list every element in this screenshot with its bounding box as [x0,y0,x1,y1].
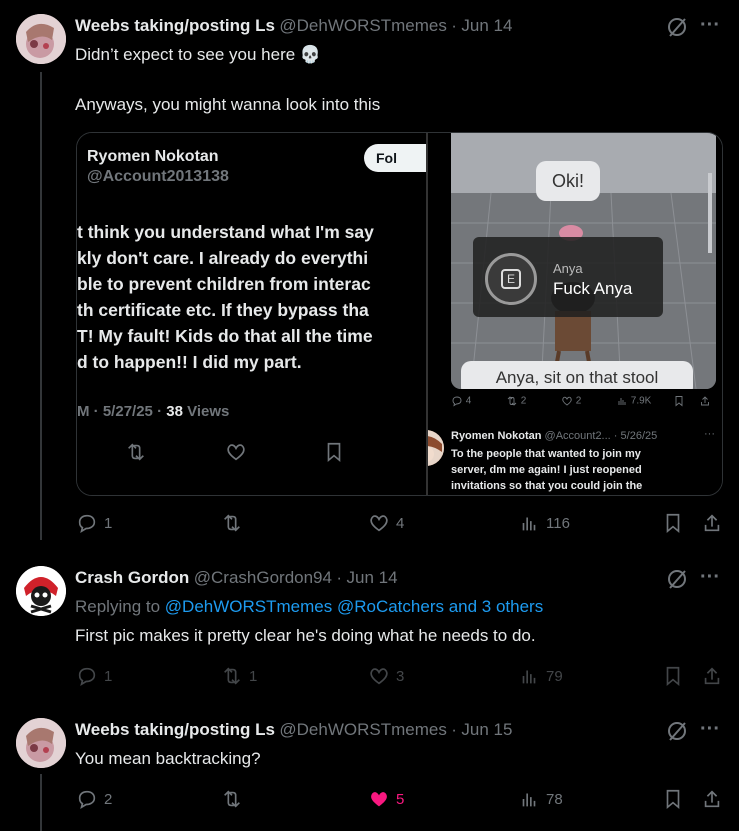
repost-button[interactable] [221,512,249,534]
views-icon [522,670,536,684]
author-name[interactable]: Weebs taking/posting Ls [75,720,275,739]
share-button[interactable] [701,788,723,810]
embedded-screenshot-left[interactable]: Ryomen Nokotan @Account2013138 Fol t thi… [77,133,426,495]
repost-icon [224,667,240,685]
views-button[interactable]: 116 [518,512,570,534]
embedded-tweet-text: To the people that wanted to join my ser… [451,448,643,492]
embedded-tweet-header: Ryomen Nokotan @Account2... · 5/26/25 [451,430,658,442]
share-icon [704,667,720,685]
embedded-author-name: Ryomen Nokotan [87,148,219,165]
replying-to-link[interactable]: @DehWORSTmemes @RoCatchers and 3 others [165,597,543,616]
more-icon[interactable]: ··· [700,566,720,589]
separator: · [336,568,343,587]
author-handle[interactable]: @DehWORSTmemes [279,16,446,35]
more-icon[interactable]: ··· [700,718,720,741]
repost-button[interactable] [221,788,249,810]
thread-line [40,72,42,540]
chat-bubble-bottom: Anya, sit on that stool [461,361,693,389]
post-text: First pic makes it pretty clear he's doi… [75,626,536,645]
share-icon [704,790,720,808]
bookmark-icon [666,666,680,687]
repost-icon [224,790,240,808]
author-handle[interactable]: @CrashGordon94 [194,568,332,587]
post-date[interactable]: Jun 14 [347,568,398,587]
like-button[interactable]: 3 [368,665,404,687]
media-embed[interactable]: Ryomen Nokotan @Account2013138 Fol t thi… [76,132,723,496]
grok-icon[interactable] [666,16,688,38]
post-date[interactable]: Jun 15 [461,720,512,739]
thread-line [40,774,42,831]
embedded-bookmark-icon [323,441,345,468]
embedded-tweet-avatar [428,430,444,466]
embedded-screenshot-right[interactable]: Oki! E Anya Fuck Anya Anya, sit on that … [428,133,722,495]
embedded-tweet-more: ··· [704,428,715,440]
like-button[interactable]: 5 [368,788,404,810]
embedded-heart-icon [225,441,247,468]
post-date[interactable]: Jun 14 [461,16,512,35]
embedded-author-handle: @Account2013138 [87,168,229,185]
views-button[interactable]: 79 [518,665,563,687]
follow-button: Fol [364,144,426,172]
popup-big-text: Fuck Anya [553,279,633,298]
author-name[interactable]: Weebs taking/posting Ls [75,16,275,35]
share-button[interactable] [701,665,723,687]
grok-icon[interactable] [666,568,688,590]
embedded-repost-icon [125,441,147,468]
bookmark-button[interactable] [662,665,684,687]
bookmark-icon [666,789,680,810]
views-button[interactable]: 78 [518,788,563,810]
reply-icon [78,790,96,809]
popup-small-text: Anya [553,261,583,276]
grok-icon[interactable] [666,720,688,742]
repost-icon [224,514,240,532]
share-button[interactable] [701,512,723,534]
bookmark-icon [666,513,680,534]
like-button[interactable]: 4 [368,512,404,534]
avatar[interactable] [16,718,66,768]
embedded-text: t think you understand what I'm say kly … [77,222,374,372]
separator: · [451,16,457,35]
more-icon[interactable]: ··· [700,14,720,37]
reply-icon [78,667,96,686]
heart-icon [370,515,388,532]
game-scene: Oki! E Anya Fuck Anya Anya, sit on that … [451,133,716,389]
avatar[interactable] [16,566,66,616]
views-icon [522,517,536,531]
embedded-meta: M · 5/27/25 · 38 Views [77,403,230,420]
heart-icon [370,668,388,685]
post-text-2: Anyways, you might wanna look into this [75,95,381,114]
bookmark-button[interactable] [662,512,684,534]
bookmark-button[interactable] [662,788,684,810]
author-name[interactable]: Crash Gordon [75,568,189,587]
avatar[interactable] [16,14,66,64]
embedded-stats: 4 2 2 7.9K [451,395,716,411]
e-key-icon: E [485,253,537,305]
interaction-popup: E Anya Fuck Anya [473,237,663,317]
post-text: Didn’t expect to see you here 💀 [75,45,322,64]
reply-icon [78,514,96,533]
reply-button[interactable]: 1 [76,512,112,534]
repost-button[interactable]: 1 [221,665,257,687]
post-text: You mean backtracking? [75,749,261,768]
author-handle[interactable]: @DehWORSTmemes [279,720,446,739]
chat-bubble-oki: Oki! [536,161,600,201]
heart-filled-icon [371,792,387,807]
views-icon [522,793,536,807]
reply-button[interactable]: 1 [76,665,112,687]
reply-button[interactable]: 2 [76,788,112,810]
replying-to: Replying to @DehWORSTmemes @RoCatchers a… [75,597,544,616]
share-icon [704,514,720,532]
separator: · [451,720,457,739]
